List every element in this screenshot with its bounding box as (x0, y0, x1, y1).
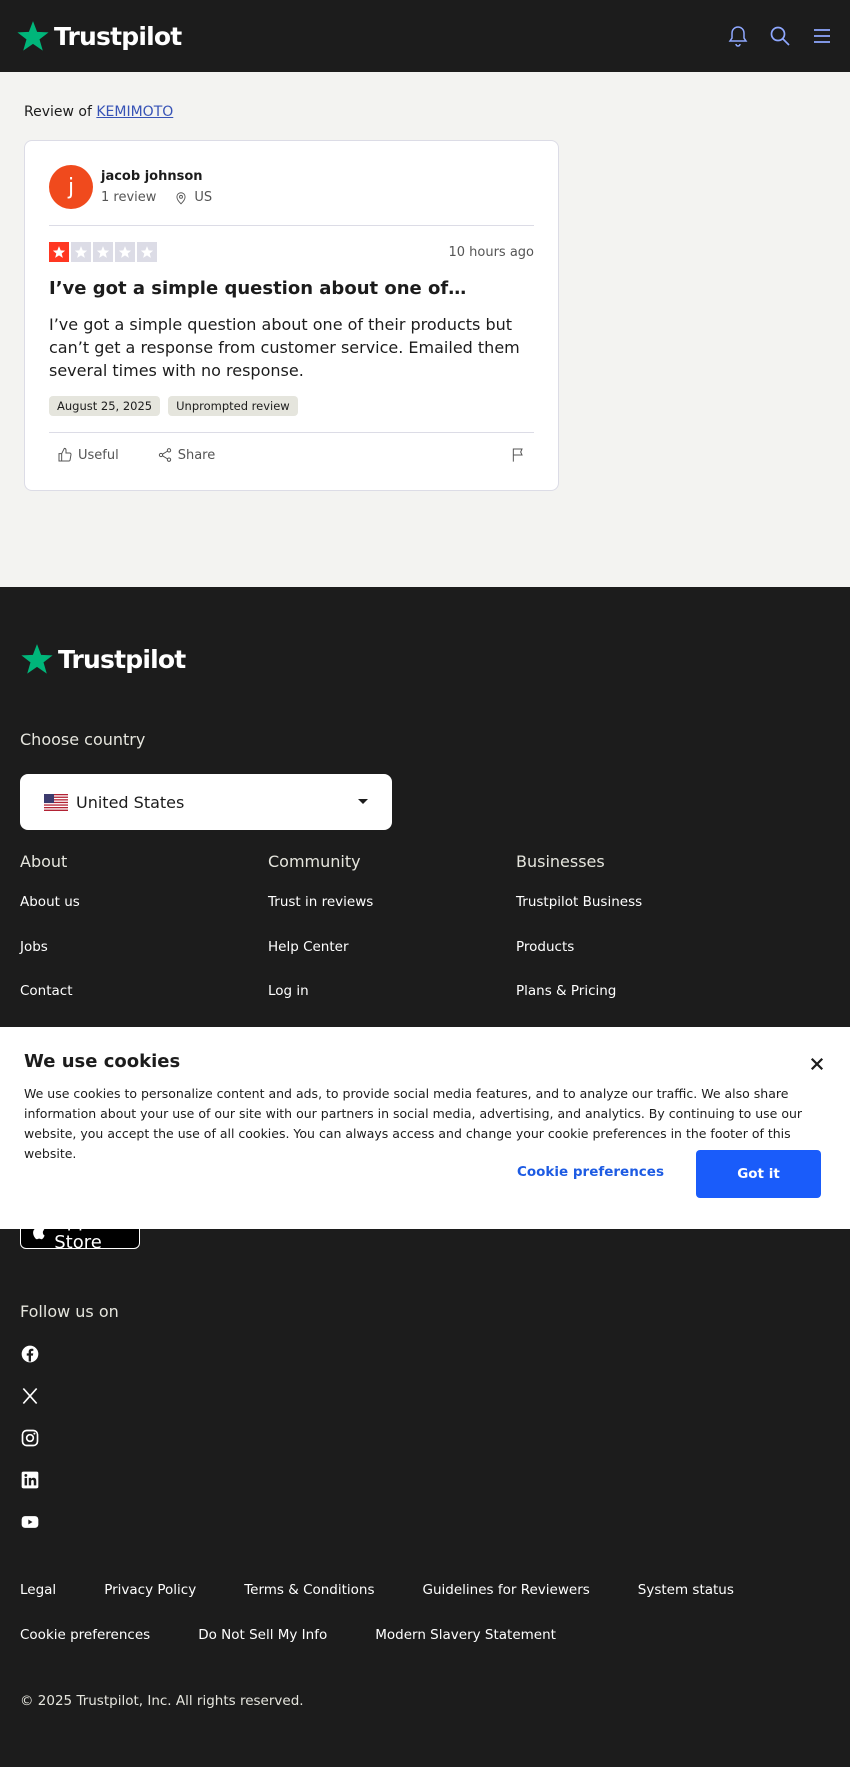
column-heading: Community (268, 852, 361, 871)
review-title[interactable]: I’ve got a simple question about one of… (49, 278, 534, 299)
menu-icon[interactable] (810, 24, 834, 48)
footer-link[interactable]: Plans & Pricing (516, 983, 616, 999)
linkedin-icon[interactable] (20, 1470, 40, 1490)
star-rating (49, 242, 157, 262)
footer-column-businesses: Businesses Trustpilot Business Products … (516, 852, 746, 999)
reviewer-info: j jacob johnson 1 review US (49, 165, 534, 209)
footer-link[interactable]: Trustpilot Business (516, 894, 642, 910)
footer-link[interactable]: Products (516, 939, 574, 955)
report-button[interactable] (502, 447, 534, 463)
youtube-icon[interactable] (20, 1512, 40, 1532)
x-icon[interactable] (20, 1386, 40, 1406)
share-button[interactable]: Share (149, 447, 224, 463)
footer-link[interactable]: Contact (20, 983, 73, 999)
footer-link[interactable]: About us (20, 894, 80, 910)
review-card: j jacob johnson 1 review US 10 hours ago… (24, 140, 559, 491)
top-header: Trustpilot (0, 0, 850, 72)
review-of-line: Review of KEMIMOTO (24, 104, 173, 120)
star-empty-icon (115, 242, 135, 262)
bell-icon[interactable] (726, 24, 750, 48)
useful-label: Useful (78, 447, 119, 463)
got-it-button[interactable]: Got it (696, 1150, 821, 1198)
caret-down-icon (358, 799, 368, 804)
legal-links-row-2: Cookie preferences Do Not Sell My Info M… (20, 1627, 556, 1643)
cookie-preferences-button[interactable]: Cookie preferences (517, 1164, 664, 1180)
cookie-banner: We use cookies We use cookies to persona… (0, 1027, 850, 1229)
column-heading: Businesses (516, 852, 605, 871)
cookie-title: We use cookies (24, 1051, 181, 1072)
star-empty-icon (137, 242, 157, 262)
footer-link[interactable]: Jobs (20, 939, 48, 955)
reviewer-country: US (194, 190, 213, 205)
footer-logo[interactable]: Trustpilot (20, 642, 186, 676)
trustpilot-star-icon (21, 644, 53, 674)
cookie-preferences-link[interactable]: Cookie preferences (20, 1627, 150, 1643)
follow-us-label: Follow us on (20, 1302, 119, 1321)
date-of-experience-badge: August 25, 2025 (49, 396, 161, 416)
search-icon[interactable] (768, 24, 792, 48)
star-empty-icon (93, 242, 113, 262)
review-type-badge[interactable]: Unprompted review (168, 396, 298, 416)
location-pin-icon (176, 191, 186, 204)
footer-link[interactable]: Log in (268, 983, 309, 999)
legal-links-row-1: Legal Privacy Policy Terms & Conditions … (20, 1582, 734, 1598)
do-not-sell-link[interactable]: Do Not Sell My Info (198, 1627, 327, 1643)
star-empty-icon (71, 242, 91, 262)
guidelines-link[interactable]: Guidelines for Reviewers (423, 1582, 590, 1598)
flag-icon (512, 448, 523, 462)
review-of-prefix: Review of (24, 104, 92, 120)
choose-country-label: Choose country (20, 730, 146, 749)
footer-link[interactable]: Trust in reviews (268, 894, 373, 910)
terms-link[interactable]: Terms & Conditions (244, 1582, 374, 1598)
review-time: 10 hours ago (448, 244, 534, 260)
useful-button[interactable]: Useful (49, 447, 127, 463)
footer-link[interactable]: Help Center (268, 939, 349, 955)
thumbs-up-icon (58, 447, 72, 462)
divider (49, 225, 534, 226)
facebook-icon[interactable] (20, 1344, 40, 1364)
share-icon (158, 448, 171, 462)
logo-text: Trustpilot (54, 21, 182, 51)
trustpilot-logo[interactable]: Trustpilot (16, 19, 182, 53)
us-flag-icon (44, 793, 68, 811)
avatar[interactable]: j (49, 165, 93, 209)
review-body: I’ve got a simple question about one of … (49, 315, 520, 380)
legal-link[interactable]: Legal (20, 1582, 56, 1598)
column-heading: About (20, 852, 68, 871)
footer-column-about: About About us Jobs Contact (20, 852, 250, 999)
instagram-icon[interactable] (20, 1428, 40, 1448)
divider (49, 432, 534, 433)
review-count: 1 review (101, 190, 157, 205)
footer-column-community: Community Trust in reviews Help Center L… (268, 852, 498, 999)
modern-slavery-link[interactable]: Modern Slavery Statement (375, 1627, 556, 1643)
share-label: Share (177, 447, 216, 463)
copyright: © 2025 Trustpilot, Inc. All rights reser… (20, 1693, 304, 1709)
star-filled-icon (49, 242, 69, 262)
logo-text: Trustpilot (58, 644, 186, 674)
trustpilot-star-icon (17, 21, 49, 51)
system-status-link[interactable]: System status (638, 1582, 734, 1598)
selected-country: United States (76, 792, 185, 812)
privacy-policy-link[interactable]: Privacy Policy (104, 1582, 196, 1598)
company-link[interactable]: KEMIMOTO (96, 104, 173, 120)
reviewer-name[interactable]: jacob johnson (101, 169, 212, 184)
close-icon[interactable] (808, 1055, 826, 1073)
header-actions (726, 24, 834, 48)
country-select[interactable]: United States (20, 774, 392, 830)
